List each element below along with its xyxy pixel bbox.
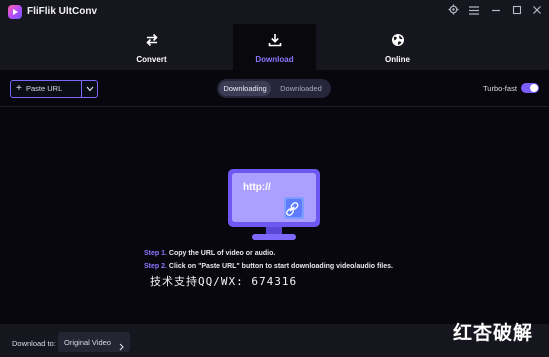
tab-download[interactable]: Download <box>233 24 316 70</box>
convert-arrows-icon <box>145 33 159 47</box>
url-placeholder-text: http:// <box>243 182 271 193</box>
app-title: FliFlik UltConv <box>27 6 97 17</box>
download-to-value: Original Video <box>64 338 111 347</box>
toolbar-divider <box>0 106 549 107</box>
tab-online-label: Online <box>385 55 410 64</box>
paste-url-label: Paste URL <box>26 84 63 93</box>
paste-url-split-button: + Paste URL <box>10 80 98 98</box>
maximize-icon[interactable] <box>509 4 525 20</box>
step-2: Step 2. Click on "Paste URL" button to s… <box>144 263 393 270</box>
download-icon <box>268 33 282 47</box>
main-nav: Convert Download Online <box>0 24 549 70</box>
download-illustration: http:// <box>226 167 322 245</box>
step-1: Step 1. Copy the URL of video or audio. <box>144 250 275 257</box>
step-2-number: Step 2. <box>144 263 167 270</box>
chevron-right-icon <box>119 338 124 356</box>
chevron-down-icon <box>86 86 94 92</box>
close-icon[interactable] <box>529 4 545 20</box>
toggle-knob <box>530 84 538 92</box>
tab-convert[interactable]: Convert <box>110 24 193 70</box>
paste-url-button[interactable]: + Paste URL <box>11 81 81 97</box>
turbo-fast-label: Turbo-fast <box>483 84 517 93</box>
tab-download-label: Download <box>255 55 294 64</box>
globe-icon <box>391 33 405 47</box>
download-status-segmented-control: Downloading Downloaded <box>217 79 331 98</box>
menu-icon[interactable] <box>466 4 482 20</box>
watermark-logo: 红杏破解 <box>453 323 534 344</box>
download-to-label: Download to: <box>12 339 56 348</box>
title-bar: FliFlik UltConv <box>0 0 549 24</box>
segment-downloading[interactable]: Downloading <box>219 81 271 96</box>
turbo-fast-toggle[interactable] <box>521 83 539 93</box>
download-to-select[interactable]: Original Video <box>58 332 130 352</box>
watermark-text: 技术支持QQ/WX: 674316 <box>150 275 298 288</box>
tab-online[interactable]: Online <box>356 24 439 70</box>
tab-convert-label: Convert <box>136 55 167 64</box>
app-logo-icon <box>8 5 22 19</box>
step-1-number: Step 1. <box>144 250 167 257</box>
segment-downloaded[interactable]: Downloaded <box>273 81 329 96</box>
step-1-text: Copy the URL of video or audio. <box>166 250 276 257</box>
settings-gear-icon[interactable] <box>445 4 461 20</box>
plus-icon: + <box>16 83 22 94</box>
paste-url-dropdown[interactable] <box>82 81 98 97</box>
step-2-text: Click on "Paste URL" button to start dow… <box>166 263 393 270</box>
minimize-icon[interactable] <box>488 4 504 20</box>
